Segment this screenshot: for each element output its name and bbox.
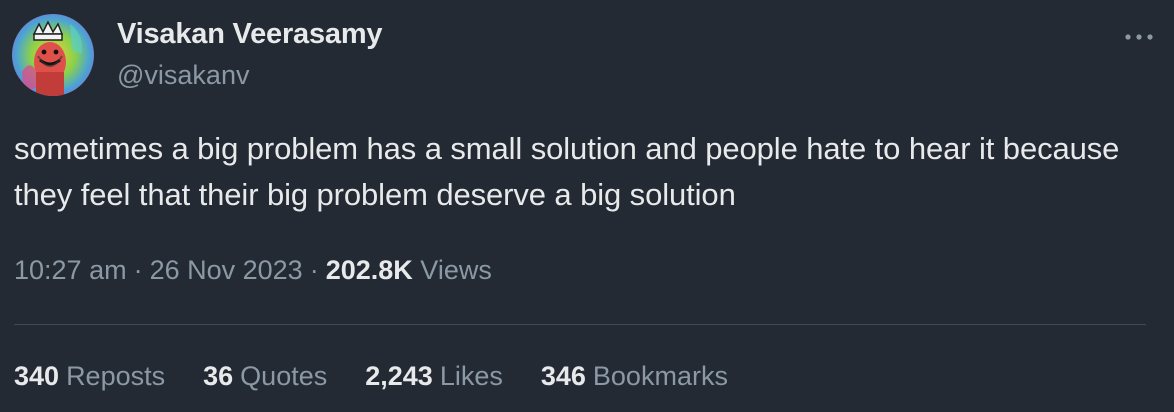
tweet-time[interactable]: 10:27 am [14, 255, 127, 285]
crowned-figure-avatar-icon [12, 14, 94, 96]
author-handle[interactable]: @visakanv [117, 60, 249, 91]
engagement-stats: 340 Reposts 36 Quotes 2,243 Likes 346 Bookma… [14, 361, 766, 392]
stat-label: Quotes [240, 361, 328, 391]
reposts-stat[interactable]: 340 Reposts [14, 361, 165, 392]
likes-stat[interactable]: 2,243 Likes [365, 361, 503, 392]
quotes-stat[interactable]: 36 Quotes [203, 361, 327, 392]
stat-label: Reposts [66, 361, 166, 391]
ellipsis-icon[interactable] [1122, 22, 1156, 52]
bookmarks-stat[interactable]: 346 Bookmarks [541, 361, 728, 392]
stat-count: 36 [203, 361, 234, 391]
meta-separator: · [133, 255, 143, 285]
tweet-text: sometimes a big problem has a small solu… [14, 131, 1120, 212]
author-display-name[interactable]: Visakan Veerasamy [117, 18, 383, 51]
avatar[interactable] [12, 14, 94, 96]
tweet-meta: 10:27 am · 26 Nov 2023 · 202.8K Views [14, 255, 492, 286]
stat-count: 2,243 [365, 361, 433, 391]
divider [14, 324, 1146, 325]
tweet-card: Visakan Veerasamy @visakanv sometimes a … [0, 0, 1174, 412]
stat-count: 340 [14, 361, 60, 391]
tweet-date[interactable]: 26 Nov 2023 [150, 255, 303, 285]
stat-label: Likes [439, 361, 503, 391]
views-count: 202.8K [325, 255, 413, 285]
stat-count: 346 [540, 361, 586, 391]
meta-separator: · [309, 255, 319, 285]
views-label: Views [420, 255, 492, 285]
stat-label: Bookmarks [592, 361, 728, 391]
